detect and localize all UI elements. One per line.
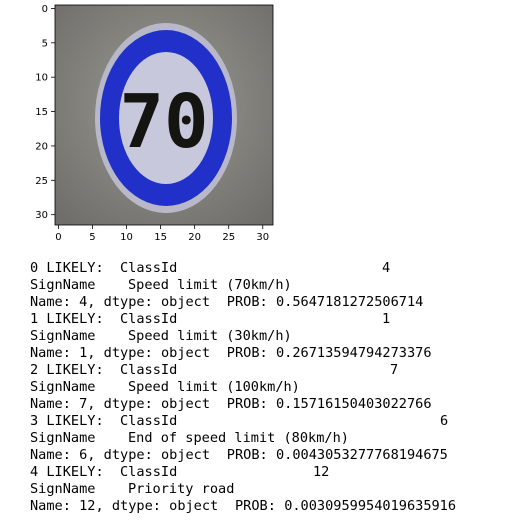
signname-value: End of speed limit (80km/h): [128, 430, 349, 446]
prob-label: PROB:: [226, 396, 268, 412]
classid-label: ClassId: [120, 413, 178, 429]
series-name-line: Name: 12, dtype: object: [30, 498, 219, 514]
classid-value: 6: [440, 413, 449, 429]
y-tick-label: 10: [35, 73, 48, 84]
sign-image: 70: [55, 5, 273, 225]
classid-label: ClassId: [120, 260, 178, 276]
signname-value: Speed limit (100km/h): [128, 379, 300, 395]
series-name-line: Name: 7, dtype: object: [30, 396, 211, 412]
classid-value: 4: [382, 260, 391, 276]
signname-line: SignName Speed limit (30km/h): [30, 328, 505, 345]
signname-line: SignName Speed limit (70km/h): [30, 277, 505, 294]
signname-line: SignName Priority road: [30, 481, 505, 498]
signname-label: SignName: [30, 430, 96, 446]
sign-digits: 70: [119, 79, 208, 165]
sign-image-plot: 70 0 5 10 15 20 25 30 0 5 10 15 20 25 30: [35, 4, 274, 243]
classid-value: 1: [382, 311, 391, 327]
x-tick-label: 20: [188, 232, 201, 243]
cell-output: 0 LIKELY: ClassId 4 SignName Speed limit (70…: [30, 260, 505, 515]
prob-label: PROB:: [226, 345, 268, 361]
prob-value: 0.0043053277768194675: [276, 447, 448, 463]
x-tick-label: 25: [222, 232, 235, 243]
name-prob-line: Name: 7, dtype: object PROB: 0.15716150403…: [30, 396, 505, 413]
prob-label: PROB:: [226, 294, 268, 310]
x-tick-label: 30: [256, 232, 269, 243]
likely-header-line: 4 LIKELY: ClassId 12: [30, 464, 505, 481]
classid-value: 7: [390, 362, 399, 378]
name-prob-line: Name: 1, dtype: object PROB: 0.26713594794…: [30, 345, 505, 362]
y-tick-label: 25: [35, 176, 48, 187]
name-prob-line: Name: 6, dtype: object PROB: 0.00430532777…: [30, 447, 505, 464]
y-tick-label: 20: [35, 141, 48, 152]
x-tick-label: 0: [55, 232, 61, 243]
y-axis: 0 5 10 15 20 25 30: [35, 4, 55, 221]
signname-label: SignName: [30, 328, 96, 344]
likely-rank-label: 1 LIKELY:: [30, 311, 104, 327]
prob-value: 0.0030959954019635916: [284, 498, 457, 514]
signname-line: SignName Speed limit (100km/h): [30, 379, 505, 396]
likely-rank-label: 4 LIKELY:: [30, 464, 104, 480]
name-prob-line: Name: 12, dtype: object PROB: 0.0030959954…: [30, 498, 505, 515]
y-tick-label: 5: [42, 38, 48, 49]
likely-rank-label: 3 LIKELY:: [30, 413, 104, 429]
signname-value: Speed limit (70km/h): [128, 277, 292, 293]
classid-label: ClassId: [120, 311, 178, 327]
likely-header-line: 1 LIKELY: ClassId 1: [30, 311, 505, 328]
likely-header-line: 3 LIKELY: ClassId 6: [30, 413, 505, 430]
classid-label: ClassId: [120, 464, 178, 480]
signname-label: SignName: [30, 481, 96, 497]
signname-label: SignName: [30, 277, 96, 293]
x-tick-label: 10: [120, 232, 133, 243]
y-tick-label: 0: [42, 4, 48, 15]
signname-label: SignName: [30, 379, 96, 395]
likely-header-line: 2 LIKELY: ClassId 7: [30, 362, 505, 379]
series-name-line: Name: 4, dtype: object: [30, 294, 211, 310]
prob-label: PROB:: [226, 447, 268, 463]
x-tick-label: 5: [89, 232, 95, 243]
y-tick-label: 15: [35, 107, 48, 118]
likely-header-line: 0 LIKELY: ClassId 4: [30, 260, 505, 277]
likely-rank-label: 0 LIKELY:: [30, 260, 104, 276]
x-tick-label: 15: [154, 232, 167, 243]
prob-label: PROB:: [235, 498, 276, 514]
signname-line: SignName End of speed limit (80km/h): [30, 430, 505, 447]
series-name-line: Name: 6, dtype: object: [30, 447, 211, 463]
prob-value: 0.15716150403022766: [276, 396, 432, 412]
y-tick-label: 30: [35, 210, 48, 221]
prob-value: 0.26713594794273376: [276, 345, 432, 361]
likely-rank-label: 2 LIKELY:: [30, 362, 104, 378]
series-name-line: Name: 1, dtype: object: [30, 345, 211, 361]
classid-value: 12: [313, 464, 330, 480]
prob-value: 0.5647181272506714: [276, 294, 424, 310]
signname-value: Speed limit (30km/h): [128, 328, 292, 344]
signname-value: Priority road: [128, 481, 235, 497]
classid-label: ClassId: [120, 362, 178, 378]
x-axis: 0 5 10 15 20 25 30: [55, 225, 269, 243]
name-prob-line: Name: 4, dtype: object PROB: 0.56471812725…: [30, 294, 505, 311]
